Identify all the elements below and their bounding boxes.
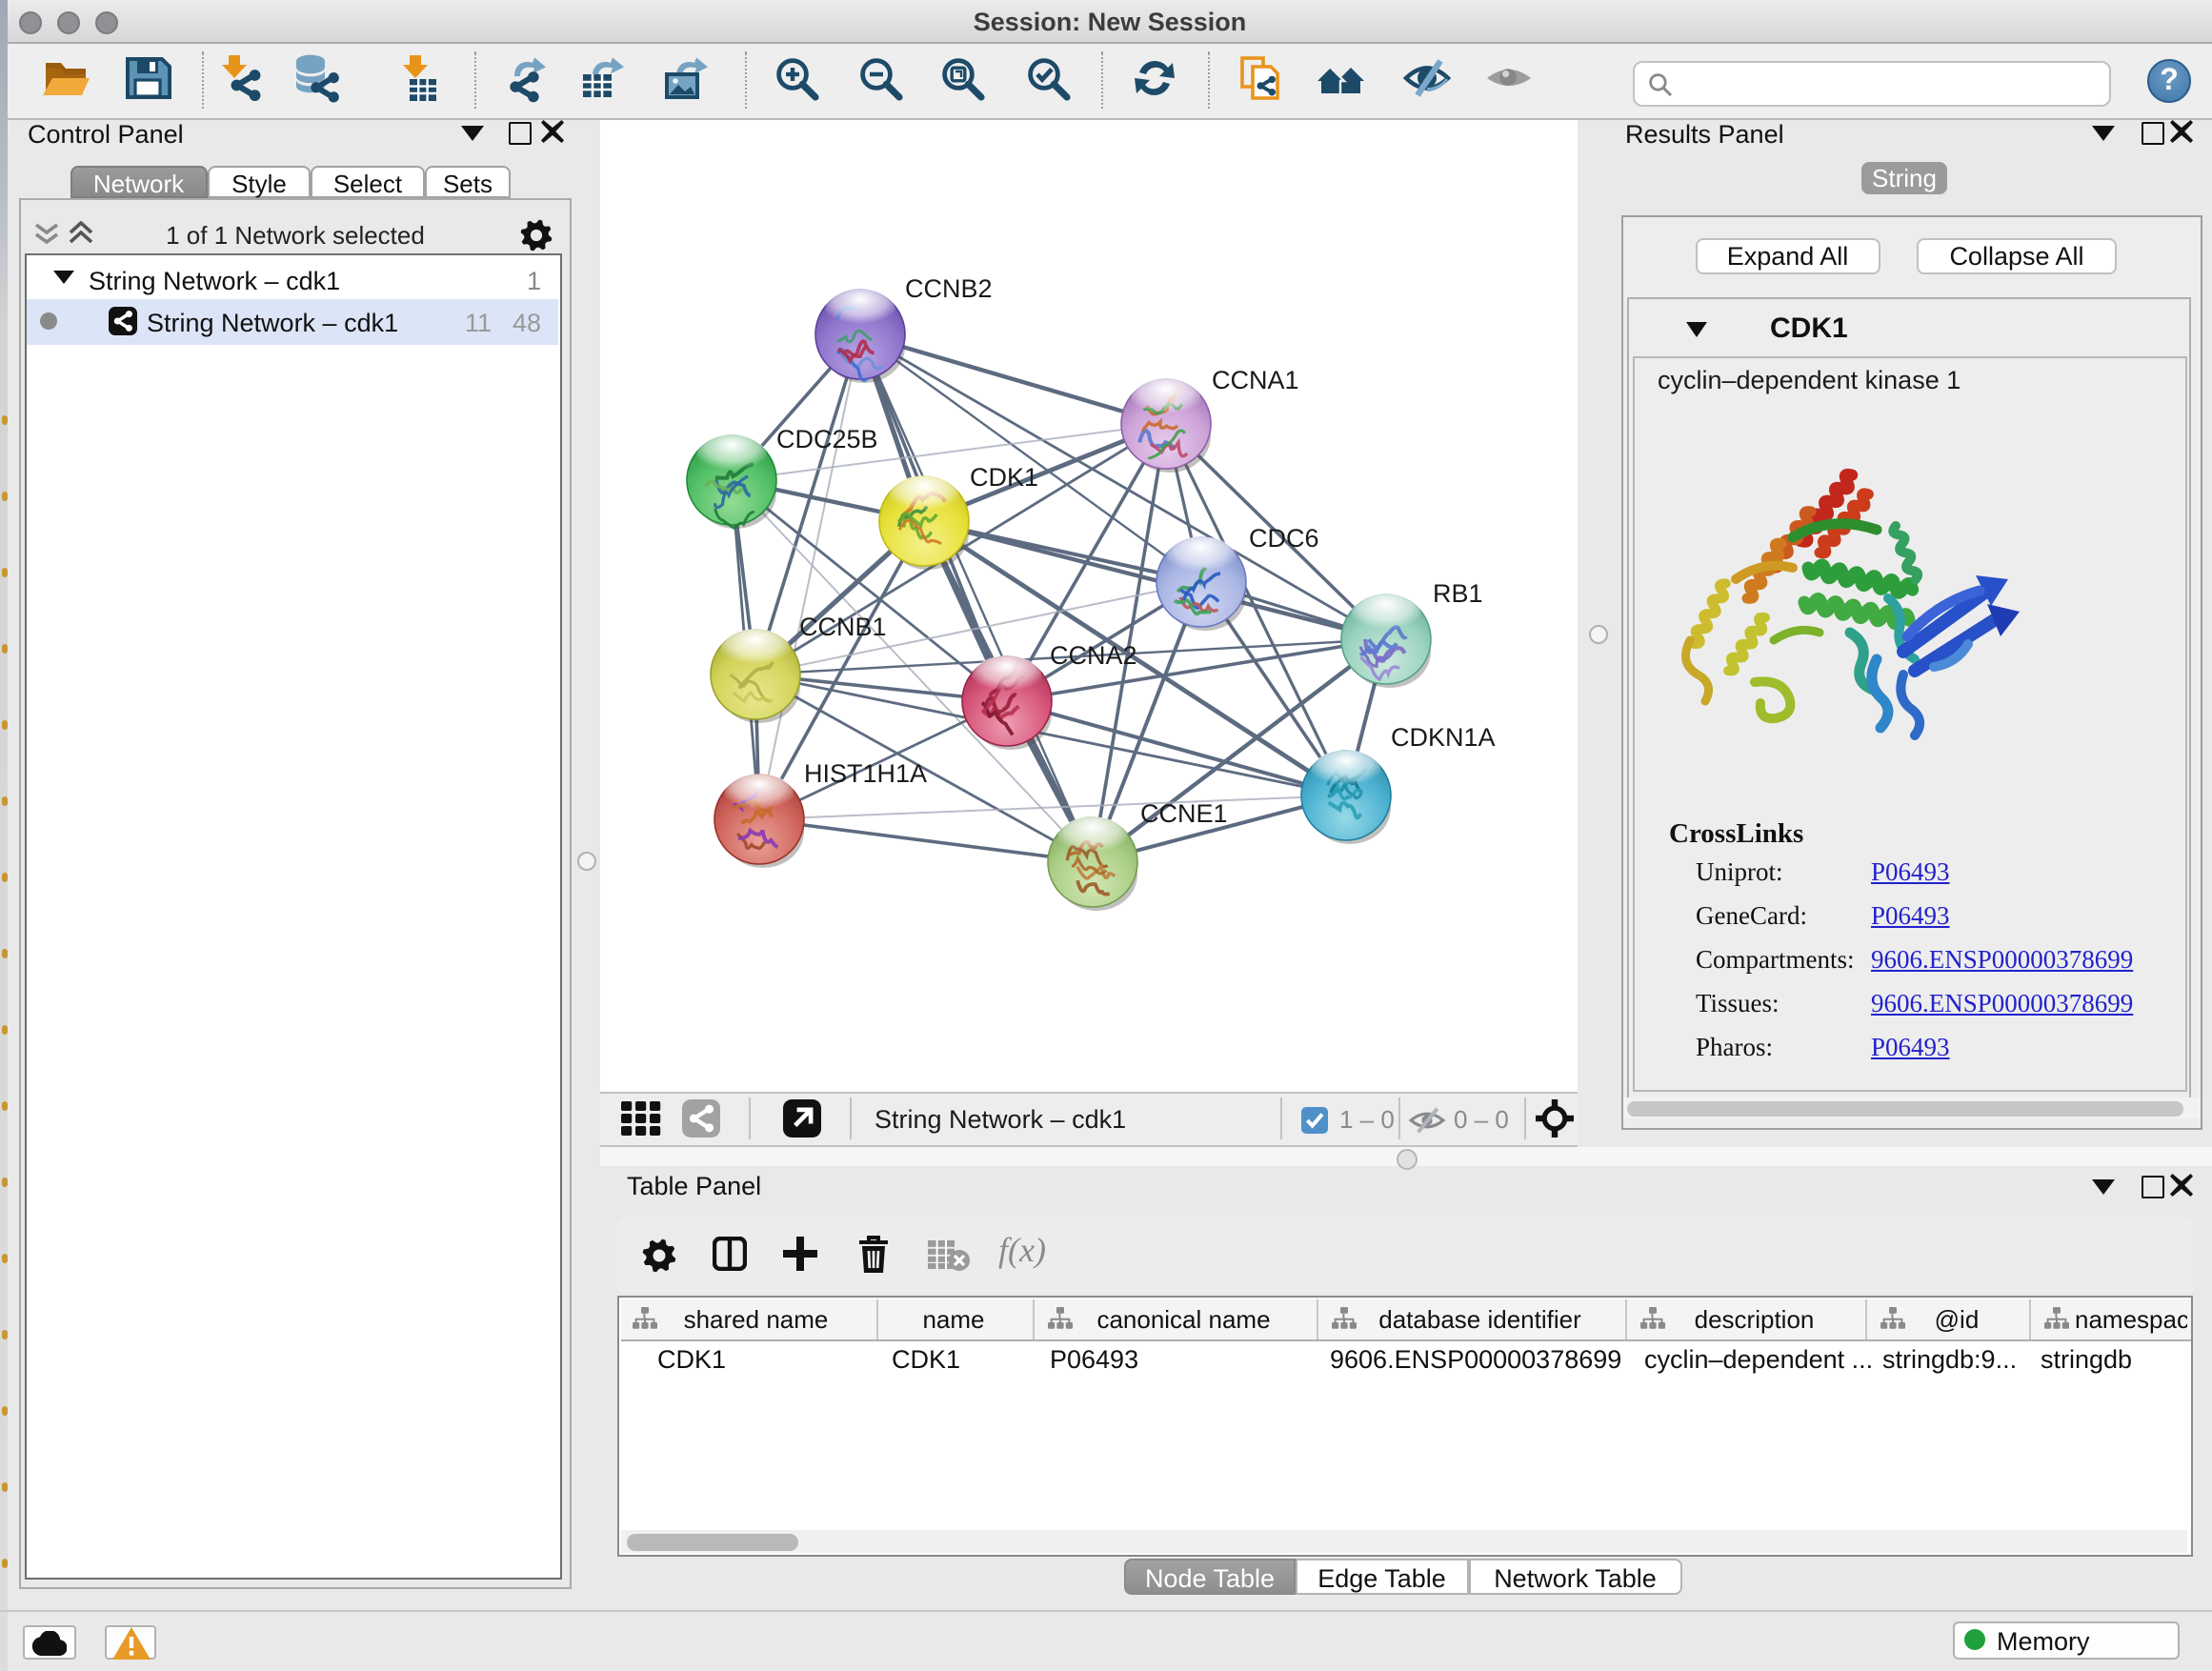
svg-text:CCNA2: CCNA2 [1050,640,1137,669]
svg-text:HIST1H1A: HIST1H1A [804,758,927,787]
svg-text:CDC25B: CDC25B [776,424,878,453]
svg-text:CDC6: CDC6 [1249,523,1319,552]
svg-text:CDK1: CDK1 [970,462,1038,491]
svg-text:RB1: RB1 [1433,578,1483,607]
svg-text:CCNA1: CCNA1 [1212,365,1299,393]
svg-text:CDKN1A: CDKN1A [1391,722,1496,751]
svg-text:CCNB1: CCNB1 [799,612,887,640]
svg-text:CCNB2: CCNB2 [905,273,993,302]
svg-text:CCNE1: CCNE1 [1140,798,1228,827]
